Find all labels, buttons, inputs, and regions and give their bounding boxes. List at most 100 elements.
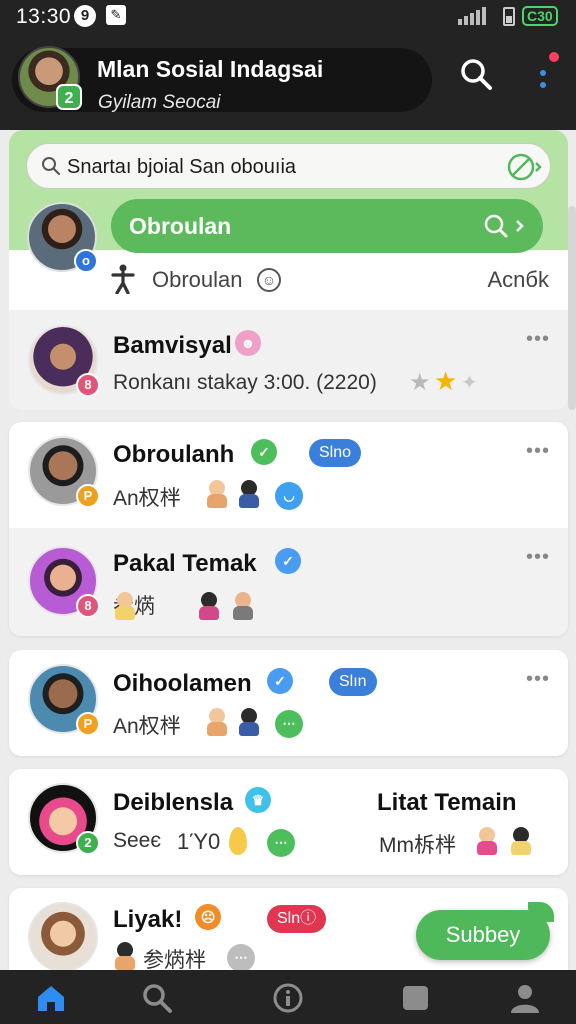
app-header: 2 Mlan Sosial Indagsai Gyilam Seocai [0,32,576,130]
avatar: 2 [28,783,100,855]
person-icon[interactable] [111,264,135,294]
chat-tag: Slno [309,439,362,467]
profile-avatar[interactable]: 2 [18,46,82,110]
chat-preview: An权柈 [113,487,181,510]
subscribe-fab-button[interactable]: Subbey [416,902,554,960]
status-bar: 13:30 9 ✎ C30 [0,0,576,32]
avatar-badge: 8 [76,594,100,618]
toolbar-label: Obroulan [152,267,243,292]
chat-item[interactable]: P Obroulanh ✓ Slno An权柈 ◡ ••• [9,422,568,528]
star-icon: ✦ [461,372,478,394]
chat-card[interactable]: 2 Deiblensla ♛ Seeє 1Ύ0 ⋯ Litat Temain M… [9,769,568,875]
more-options-icon[interactable]: ••• [526,668,550,691]
search-icon[interactable] [458,56,494,92]
avatar-badge: 2 [76,831,100,855]
profile-icon[interactable] [508,982,542,1014]
search-input[interactable]: Snartaı bjoial San obouıia [26,143,551,189]
search-arrow-icon [484,214,524,238]
highlight-panel: Snartaı bjoial San obouıia o Obroulan Ob… [9,130,568,410]
emoji-person-icon [475,827,499,857]
highlight-toolbar: Obroulan ☺ Acnбk [111,258,551,300]
more-options-icon[interactable]: ••• [526,546,550,569]
star-icon: ★ [434,366,458,396]
signal-icon [458,7,492,25]
smiley-icon[interactable]: ☺ [257,268,281,292]
chat-item[interactable]: 8 Pakal Temak ✓ 参焫 ••• [9,528,568,636]
secondary-chat-name: Litat Temain [377,789,517,816]
verified-icon: ✓ [267,668,293,694]
avatar-badge: P [76,712,100,736]
more-options-icon[interactable]: ••• [526,440,550,463]
app-subtitle: Gyilam Seocai [98,92,221,113]
highlight-pill-button[interactable]: Obroulan [111,199,543,253]
chat-item[interactable]: 8 Bamvisyal ☻ Ronkanı stakay 3:00. (2220… [9,310,568,410]
emoji-person-icon [205,708,229,738]
chat-preview: Seeє [113,829,162,852]
verified-icon: ✓ [251,439,277,465]
info-icon[interactable] [271,982,305,1014]
emoji-face-icon: ☹ [195,904,221,930]
chat-preview: An权柈 [113,715,181,738]
square-icon[interactable] [399,982,433,1014]
emoji-face-icon: ☻ [235,330,261,356]
chat-count: 1Ύ0 [177,829,221,854]
emoji-person-icon [205,480,229,510]
battery-icon [503,7,515,26]
scrollbar[interactable] [568,206,576,410]
app-title: Mlan Sosial Indagsai [97,56,324,82]
more-options-icon[interactable]: ••• [526,328,550,351]
battery-label: C30 [522,6,558,26]
fab-label: Subbey [445,922,521,947]
star-icon: ★ [409,369,431,396]
leaf-icon[interactable] [506,151,542,183]
highlight-pill-label: Obroulan [129,213,232,239]
avatar: 8 [28,546,100,618]
chat-name: Oihoolamen [113,670,252,697]
emoji-person-icon [113,592,137,622]
chat-name: Obroulanh [113,441,235,468]
highlight-avatar[interactable]: o [27,202,98,273]
verified-icon: ✓ [275,548,301,574]
chat-bubble-icon: ⋯ [275,710,303,738]
emoji-person-icon [237,480,261,510]
search-text: Snartaı bjoial San obouıia [67,156,297,178]
edit-notification-icon: ✎ [106,5,126,25]
chat-preview: Ronkanı stakay 3:00. (2220) [113,371,377,394]
chat-tag: Slnⓘ [267,905,327,933]
avatar: P [28,436,100,508]
chat-card[interactable]: P Oihoolamen ✓ Slın An权柈 ⋯ ••• [9,650,568,756]
emoji-person-icon [231,592,255,622]
crown-icon: ♛ [245,787,271,813]
emoji-person-icon [197,592,221,622]
toolbar-action[interactable]: Acnбk [487,267,549,293]
search-icon [42,157,61,176]
home-icon[interactable] [34,982,68,1014]
chat-bubble-icon: ⋯ [267,829,295,857]
chat-name: Pakal Temak [113,550,257,577]
chat-name: Deiblensla [113,789,234,816]
status-time: 13:30 [16,5,72,28]
notification-badge-icon: 9 [74,5,96,27]
chat-bubble-icon: ⋯ [227,944,255,970]
chat-preview: 参焫柈 [143,949,206,970]
emoji-person-icon [237,708,261,738]
emoji-person-icon [113,942,137,970]
bottom-navigation [0,970,576,1024]
emoji-person-icon [509,827,533,857]
avatar: 8 [28,325,100,397]
chat-name: Bamvisyal [113,332,232,359]
drop-icon [229,827,247,855]
secondary-chat-preview: Mm柝柈 [379,834,456,857]
avatar-badge: 8 [76,373,100,397]
chat-group-card: P Obroulanh ✓ Slno An权柈 ◡ ••• 8 Pakal Te… [9,422,568,636]
chat-tag: Slın [329,668,377,696]
chat-name: Liyak! [113,906,183,933]
more-menu-icon[interactable] [530,52,559,100]
avatar-badge: o [74,249,98,273]
chat-bubble-icon: ◡ [275,482,303,510]
search-icon[interactable] [140,982,174,1014]
avatar: P [28,664,100,736]
profile-badge: 2 [56,84,82,110]
avatar [28,902,98,970]
avatar-badge: P [76,484,100,508]
